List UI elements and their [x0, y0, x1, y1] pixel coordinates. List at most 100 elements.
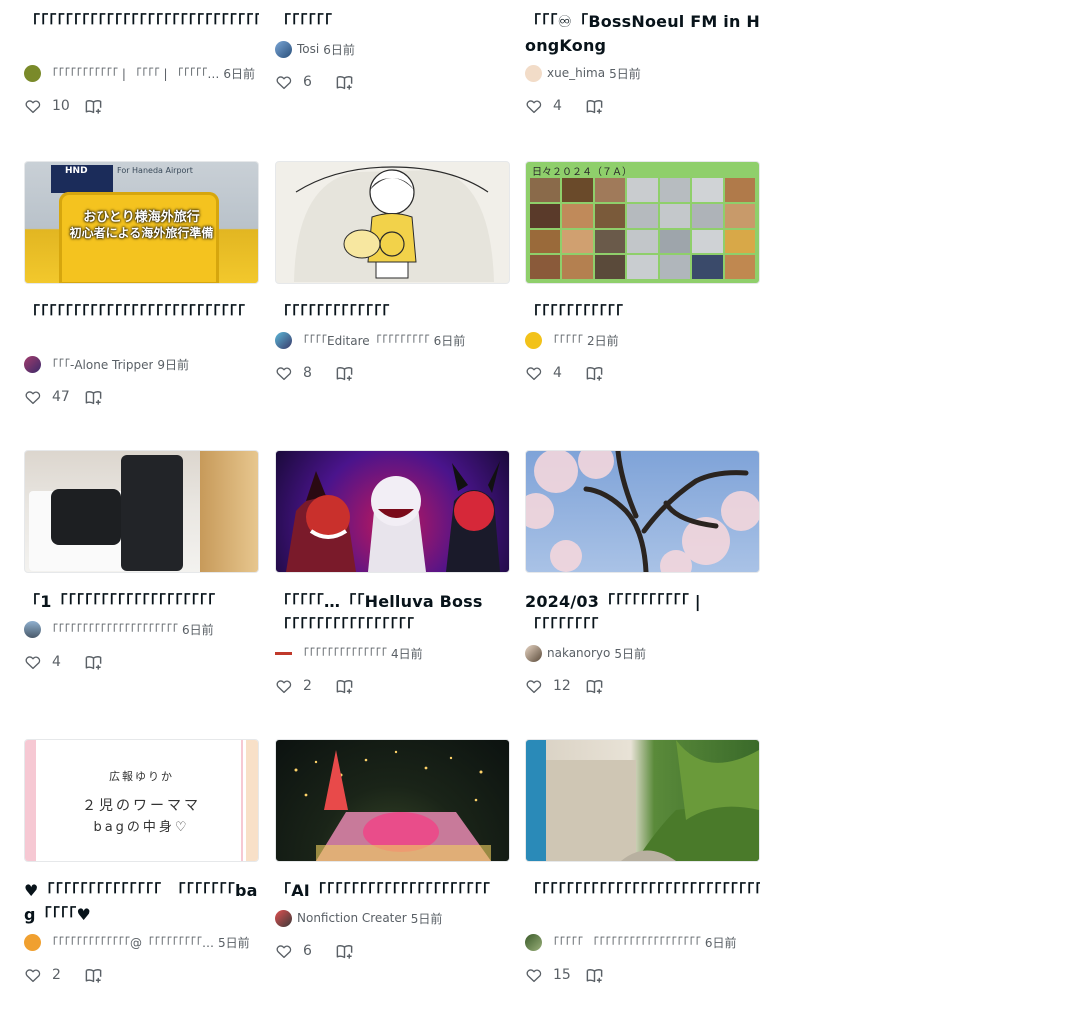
- post-time: 9日前: [157, 357, 190, 372]
- add-to-magazine-icon[interactable]: [335, 364, 354, 383]
- heart-icon[interactable]: [275, 364, 293, 382]
- avatar[interactable]: [275, 909, 292, 927]
- article-card[interactable]: 「「「「「「 Tosi 6日前 6: [275, 10, 510, 92]
- article-card[interactable]: 「「「「「…「「Helluva Boss「「「「「「「「「「「「「「「「 「「「…: [275, 450, 510, 696]
- heart-icon[interactable]: [275, 677, 293, 695]
- article-card[interactable]: 2024/03「「「「「「「「「「 | 「「「「「「「「 nakanoryo 5…: [525, 450, 760, 696]
- author-name[interactable]: xue_hima: [547, 66, 605, 80]
- heart-icon[interactable]: [24, 653, 42, 671]
- article-meta: Tosi 6日前: [275, 40, 510, 58]
- thumbnail-caption: 広報ゆりか: [109, 770, 174, 783]
- author-name[interactable]: 「「「「「「「「「「「「「@「「「「「「「「「…: [46, 934, 214, 951]
- author-name[interactable]: 「「「「「「「「「「「 | 「「「「 | 「「「「「…: [46, 65, 219, 82]
- article-meta: 「「「-Alone Tripper 9日前: [24, 355, 259, 373]
- article-card[interactable]: 広報ゆりか ２児のワーママ bagの中身♡ ♥「「「「「「「「「「「「「「 「「…: [24, 739, 259, 985]
- heart-icon[interactable]: [24, 966, 42, 984]
- article-thumbnail[interactable]: 日々２０２４（７Ａ）: [525, 161, 760, 284]
- post-time: 5日前: [609, 66, 641, 81]
- article-card[interactable]: 「「「「「「「「「「「「「 「「「「Editare「「「「「「「「「 6日前 8: [275, 161, 510, 383]
- article-thumbnail[interactable]: [275, 161, 510, 284]
- avatar[interactable]: [525, 64, 542, 82]
- add-to-magazine-icon[interactable]: [585, 97, 604, 116]
- avatar[interactable]: [24, 355, 41, 373]
- avatar[interactable]: [24, 620, 41, 638]
- article-thumbnail[interactable]: [275, 739, 510, 862]
- heart-icon[interactable]: [525, 364, 543, 382]
- add-to-magazine-icon[interactable]: [585, 966, 604, 985]
- heart-icon[interactable]: [275, 73, 293, 91]
- like-count: 10: [52, 98, 70, 114]
- article-thumbnail[interactable]: [525, 739, 760, 862]
- article-card[interactable]: 「「「「「「「「「「「「「「「「「「「「「「「「「「「 「「「「「 「「「「 「「「…: [525, 739, 760, 985]
- heart-icon[interactable]: [525, 97, 543, 115]
- article-title[interactable]: 「1「「「「「「「「「「「「「「「「「「「: [24, 590, 259, 614]
- author-name[interactable]: 「「「「Editare「「「「「「「「「: [297, 332, 430, 349]
- heart-icon[interactable]: [525, 966, 543, 984]
- add-to-magazine-icon[interactable]: [585, 677, 604, 696]
- like-count: 15: [553, 967, 571, 983]
- author-name[interactable]: 「「「「「「「「「「「「「「: [297, 645, 387, 662]
- article-thumbnail[interactable]: 広報ゆりか ２児のワーママ bagの中身♡: [24, 739, 259, 862]
- article-card[interactable]: HND For Haneda Airport おひとり様海外旅行 初心者による海…: [24, 161, 259, 407]
- avatar[interactable]: [525, 933, 542, 951]
- author-name[interactable]: 「「「「「「「「「「「「「「「「「「「「「: [46, 621, 178, 638]
- author-name[interactable]: nakanoryo: [547, 646, 610, 660]
- add-to-magazine-icon[interactable]: [84, 653, 103, 672]
- author-name[interactable]: Nonfiction Creater: [297, 911, 407, 925]
- avatar[interactable]: [525, 331, 542, 349]
- heart-icon[interactable]: [525, 677, 543, 695]
- avatar[interactable]: [24, 933, 41, 951]
- article-card[interactable]: 「「「♾「BossNoeul FM in HongKong xue_hima 5…: [525, 10, 760, 116]
- heart-icon[interactable]: [24, 388, 42, 406]
- article-title[interactable]: 「「「「「「「「「「「: [525, 301, 760, 325]
- article-thumbnail[interactable]: [525, 450, 760, 573]
- add-to-magazine-icon[interactable]: [84, 966, 103, 985]
- article-title[interactable]: 2024/03「「「「「「「「「「 | 「「「「「「「「: [525, 590, 760, 638]
- airport-sign-text: HND: [65, 166, 88, 176]
- article-thumbnail[interactable]: [275, 450, 510, 573]
- like-count: 12: [553, 678, 571, 694]
- article-card[interactable]: 「AI「「「「「「「「「「「「「「「「「「「「「 Nonfiction Crea…: [275, 739, 510, 961]
- article-title[interactable]: 「「「「「「「「「「「「「「「「「「「「「「「「「「「「「「「「「「「「: [525, 879, 760, 927]
- add-to-magazine-icon[interactable]: [84, 388, 103, 407]
- article-meta: nakanoryo 5日前: [525, 644, 760, 662]
- article-title[interactable]: 「「「「「…「「Helluva Boss「「「「「「「「「「「「「「「「: [275, 590, 510, 638]
- article-title[interactable]: 「「「「「「「「「「「「「「「「「「「「「「「「「「: [24, 301, 259, 349]
- avatar[interactable]: [275, 40, 292, 58]
- article-title[interactable]: 「「「「「「「「「「「「「「「「「「「「「「「「「「「「「「「「「「「「「「「「…: [24, 10, 259, 58]
- illustration: [526, 740, 759, 861]
- article-actions: 6: [275, 941, 510, 961]
- article-meta: 「「「「「「「「「「「「「「 4日前: [275, 644, 510, 662]
- article-card[interactable]: 日々２０２４（７Ａ） 「「「「「「「「「「「 「「「「「 2日前 4: [525, 161, 760, 383]
- author-name[interactable]: 「「「「「 「「「「「「「「「「「「「「「「「「: [547, 934, 701, 951]
- post-time: 2日前: [587, 333, 619, 348]
- avatar[interactable]: [275, 331, 292, 349]
- add-to-magazine-icon[interactable]: [335, 942, 354, 961]
- add-to-magazine-icon[interactable]: [84, 97, 103, 116]
- avatar[interactable]: [275, 644, 292, 662]
- article-title[interactable]: ♥「「「「「「「「「「「「「「 「「「「「「「bag「「「「♥: [24, 879, 259, 927]
- heart-icon[interactable]: [275, 942, 293, 960]
- article-actions: 47: [24, 387, 259, 407]
- article-title[interactable]: 「「「♾「BossNoeul FM in HongKong: [525, 10, 760, 58]
- article-card[interactable]: 「1「「「「「「「「「「「「「「「「「「「 「「「「「「「「「「「「「「「「「「…: [24, 450, 259, 672]
- author-name[interactable]: 「「「-Alone Tripper: [46, 356, 153, 373]
- article-actions: 2: [275, 676, 510, 696]
- article-thumbnail[interactable]: HND For Haneda Airport おひとり様海外旅行 初心者による海…: [24, 161, 259, 284]
- article-card[interactable]: 「「「「「「「「「「「「「「「「「「「「「「「「「「「「「「「「「「「「「「「「…: [24, 10, 259, 116]
- add-to-magazine-icon[interactable]: [335, 73, 354, 92]
- author-name[interactable]: Tosi: [297, 42, 319, 56]
- author-name[interactable]: 「「「「「: [547, 332, 583, 349]
- add-to-magazine-icon[interactable]: [585, 364, 604, 383]
- article-title[interactable]: 「「「「「「: [275, 10, 510, 34]
- article-title[interactable]: 「AI「「「「「「「「「「「「「「「「「「「「「: [275, 879, 510, 903]
- avatar[interactable]: [525, 644, 542, 662]
- article-title[interactable]: 「「「「「「「「「「「「「: [275, 301, 510, 325]
- article-meta: xue_hima 5日前: [525, 64, 760, 82]
- thumbnail-caption: 初心者による海外旅行準備: [69, 226, 214, 240]
- add-to-magazine-icon[interactable]: [335, 677, 354, 696]
- post-time: 6日前: [323, 42, 355, 57]
- avatar[interactable]: [24, 64, 41, 82]
- heart-icon[interactable]: [24, 97, 42, 115]
- article-thumbnail[interactable]: [24, 450, 259, 573]
